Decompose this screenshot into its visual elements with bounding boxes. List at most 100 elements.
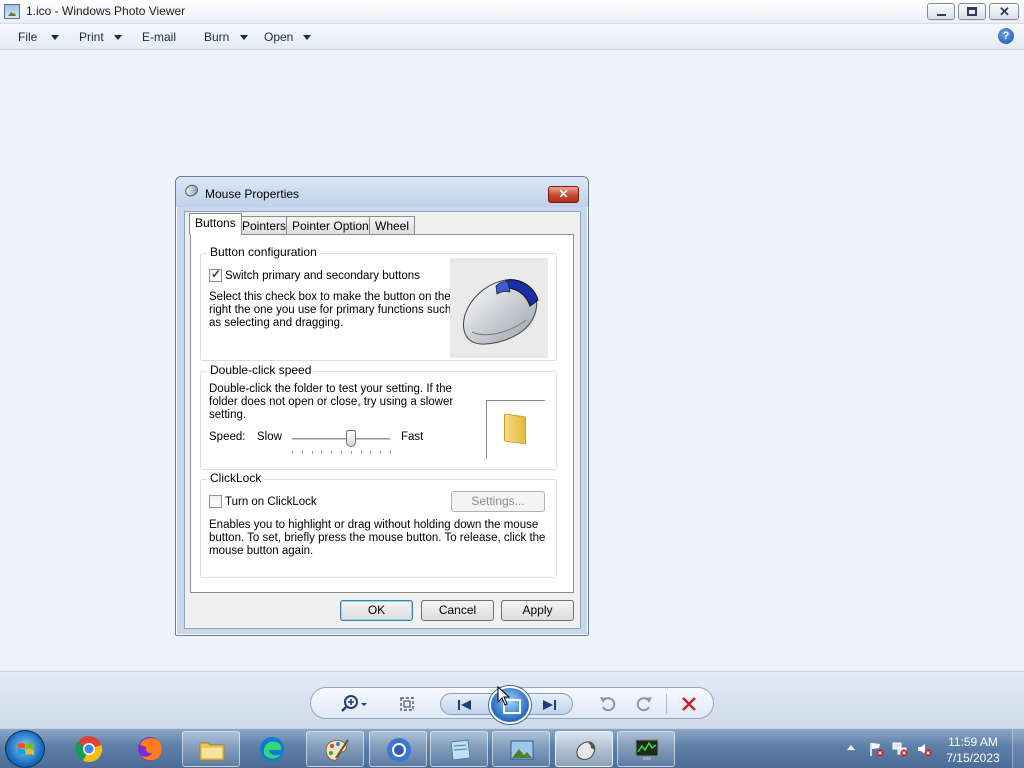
taskbar-edge[interactable] — [243, 731, 301, 767]
show-desktop-button[interactable] — [1012, 729, 1024, 768]
action-center-flag-icon[interactable] — [868, 741, 884, 757]
volume-muted-icon[interactable] — [916, 741, 932, 757]
clock-date[interactable]: 7/15/2023 — [946, 751, 1000, 765]
close-button[interactable]: ✕ — [989, 3, 1019, 20]
group-double-click-speed: Double-click speed Double-click the fold… — [200, 363, 557, 470]
chrome-icon — [387, 738, 411, 762]
rotate-clockwise-button[interactable] — [629, 688, 657, 720]
paint-palette-icon — [325, 739, 349, 761]
description-line: setting. — [209, 409, 247, 421]
system-tray: 11:59 AM 7/15/2023 — [840, 729, 1024, 768]
menu-open-dropdown-icon[interactable] — [303, 35, 311, 40]
test-folder-area — [486, 400, 545, 459]
slider-tick — [321, 451, 323, 454]
slow-label: Slow — [257, 431, 282, 443]
minimize-icon — [937, 14, 946, 16]
taskbar: 11:59 AM 7/15/2023 — [0, 728, 1024, 768]
network-icon[interactable] — [892, 741, 908, 757]
actual-size-icon — [400, 697, 414, 711]
restore-button[interactable] — [958, 3, 986, 20]
delete-button[interactable] — [675, 688, 703, 720]
slider-tick — [341, 451, 342, 454]
photo-viewer-icon — [510, 740, 534, 760]
photo-viewer-app-icon — [4, 4, 20, 19]
notepad-icon — [450, 739, 471, 761]
viewer-control-bar — [0, 671, 1024, 728]
mouse-icon — [183, 182, 200, 199]
taskbar-notepad[interactable] — [430, 731, 488, 767]
toolbar-separator — [666, 694, 667, 714]
speed-slider-thumb — [345, 430, 356, 447]
menu-file-dropdown-icon[interactable] — [51, 35, 59, 40]
menu-print-dropdown-icon[interactable] — [114, 35, 122, 40]
description-line: folder does not open or close, try using… — [209, 396, 454, 408]
clicklock-label: Turn on ClickLock — [225, 496, 317, 508]
taskbar-firefox[interactable] — [121, 731, 179, 767]
tab-panel-buttons: Button configuration Switch primary and … — [190, 234, 574, 593]
windows-logo-icon — [17, 741, 35, 759]
mouse-illustration-image — [450, 258, 548, 358]
next-icon — [543, 700, 556, 710]
next-button[interactable] — [535, 689, 563, 721]
firefox-icon — [138, 737, 162, 761]
edge-icon — [260, 737, 284, 761]
help-icon[interactable]: ? — [998, 28, 1014, 44]
previous-icon — [458, 700, 471, 710]
taskbar-mouse-properties[interactable] — [555, 731, 613, 767]
mouse-icon — [576, 741, 596, 760]
chrome-icon — [75, 736, 103, 763]
description-line: mouse button again. — [209, 545, 314, 557]
group-legend: Double-click speed — [207, 363, 315, 377]
menu-print[interactable]: Print — [79, 30, 104, 44]
restore-icon — [967, 7, 977, 16]
taskbar-photo-viewer[interactable] — [492, 731, 550, 767]
menu-file[interactable]: File — [18, 30, 37, 44]
menu-email[interactable]: E-mail — [142, 30, 176, 44]
mouse-cursor-icon — [497, 686, 511, 706]
ok-button: OK — [340, 600, 413, 621]
fast-label: Fast — [401, 431, 424, 443]
menu-burn-dropdown-icon[interactable] — [240, 35, 248, 40]
viewer-titlebar[interactable]: 1.ico - Windows Photo Viewer ✕ — [0, 0, 1024, 24]
dialog-titlebar: Mouse Properties ✕ — [176, 177, 588, 207]
description-line: right the one you use for primary functi… — [209, 304, 452, 316]
folder-icon — [504, 413, 526, 445]
tab-wheel: Wheel — [369, 216, 416, 234]
taskbar-chrome[interactable] — [60, 731, 118, 767]
playback-controls — [310, 686, 714, 724]
slider-tick — [331, 451, 333, 454]
clicklock-settings-button: Settings... — [451, 491, 545, 512]
dialog-body: Buttons Pointers Pointer Options Wheel B… — [184, 211, 581, 629]
start-button[interactable] — [5, 730, 45, 768]
taskbar-chrome-window[interactable] — [369, 731, 427, 767]
previous-button[interactable] — [451, 689, 479, 721]
switch-buttons-label: Switch primary and secondary buttons — [225, 270, 420, 282]
minimize-button[interactable] — [927, 3, 955, 20]
slider-tick — [390, 451, 391, 454]
menu-burn[interactable]: Burn — [204, 30, 229, 44]
rotate-clockwise-icon — [636, 697, 652, 712]
taskbar-paint[interactable] — [306, 731, 364, 767]
tab-pointers: Pointers — [236, 216, 293, 234]
slider-tick — [311, 451, 313, 454]
slider-tick — [301, 451, 303, 454]
actual-size-button[interactable] — [395, 688, 419, 720]
menu-open[interactable]: Open — [264, 30, 293, 44]
group-legend: ClickLock — [207, 471, 265, 485]
speed-slider-track — [292, 438, 390, 440]
taskbar-file-explorer[interactable] — [182, 731, 240, 767]
clock-time[interactable]: 11:59 AM — [948, 735, 998, 749]
group-legend: Button configuration — [207, 245, 320, 259]
clicklock-checkbox — [209, 495, 222, 508]
description-line: as selecting and dragging. — [209, 317, 344, 329]
description-line: Double-click the folder to test your set… — [209, 383, 452, 395]
show-hidden-icons-icon[interactable] — [847, 745, 855, 750]
rotate-counterclockwise-button[interactable] — [595, 688, 623, 720]
taskbar-task-manager[interactable] — [617, 731, 675, 767]
switch-buttons-checkbox — [209, 267, 222, 282]
group-button-configuration: Button configuration Switch primary and … — [200, 245, 557, 361]
zoom-button[interactable] — [337, 688, 373, 720]
photo-viewer-window: 1.ico - Windows Photo Viewer ✕ File Prin… — [0, 0, 1024, 728]
menu-bar: File Print E-mail Burn Open ? — [0, 24, 1024, 50]
task-manager-icon — [635, 739, 659, 760]
